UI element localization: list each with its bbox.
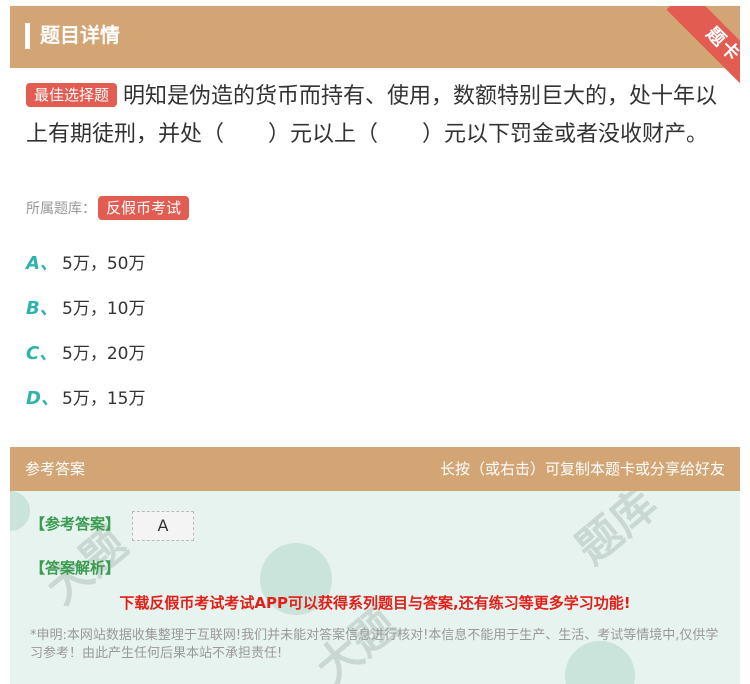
option-text: 5万，15万	[62, 389, 146, 409]
option-a[interactable]: A、 5万，50万	[26, 249, 145, 279]
reference-answer-value: A	[132, 511, 194, 541]
option-text: 5万，50万	[62, 254, 146, 274]
question-text-block: 最佳选择题 明知是伪造的货币而持有、使用，数额特别巨大的，处十年以上有期徒刑，并处…	[26, 78, 731, 154]
page-title: 题目详情	[40, 23, 120, 47]
watermark: 题库	[566, 491, 667, 575]
option-text: 5万，20万	[62, 344, 146, 364]
option-d[interactable]: D、 5万，15万	[26, 384, 145, 414]
card-header: 题目详情	[10, 6, 740, 68]
option-b[interactable]: B、 5万，10万	[26, 294, 145, 324]
disclaimer-text: *申明:本网站数据收集整理于互联网!我们并未能对答案信息进行核对!本信息不能用于…	[30, 628, 719, 661]
answer-header-title: 参考答案	[25, 460, 86, 478]
option-letter: C、	[26, 343, 58, 364]
question-source: 所属题库： 反假币考试	[26, 196, 195, 221]
question-type-badge: 最佳选择题	[26, 83, 118, 107]
source-tag[interactable]: 反假币考试	[98, 196, 190, 220]
watermark-circle	[10, 491, 30, 531]
reference-answer-label: 【参考答案】	[30, 515, 121, 533]
option-c[interactable]: C、 5万，20万	[26, 339, 145, 369]
question-card: 题目详情 题卡 最佳选择题 明知是伪造的货币而持有、使用，数额特别巨大的，处十年以…	[10, 6, 740, 446]
option-letter: A、	[26, 253, 58, 274]
option-letter: B、	[26, 298, 58, 319]
question-text: 明知是伪造的货币而持有、使用，数额特别巨大的，处十年以上有期徒刑，并处（ ）元以…	[26, 84, 718, 147]
answer-header: 参考答案 长按（或右击）可复制本题卡或分享给好友	[10, 447, 740, 491]
source-label: 所属题库：	[26, 201, 96, 217]
answer-panel: 大题 题库 大题 【参考答案】 A 【答案解析】 下载反假币考试考试APP可以获…	[10, 491, 740, 684]
share-hint: 长按（或右击）可复制本题卡或分享给好友	[439, 460, 725, 478]
answer-explanation-label: 【答案解析】	[30, 559, 121, 577]
header-accent-bar	[25, 23, 30, 49]
app-download-link[interactable]: 下载反假币考试考试APP可以获得系列题目与答案,还有练习等更多学习功能!	[10, 592, 740, 613]
option-text: 5万，10万	[62, 299, 146, 319]
option-letter: D、	[26, 388, 59, 409]
